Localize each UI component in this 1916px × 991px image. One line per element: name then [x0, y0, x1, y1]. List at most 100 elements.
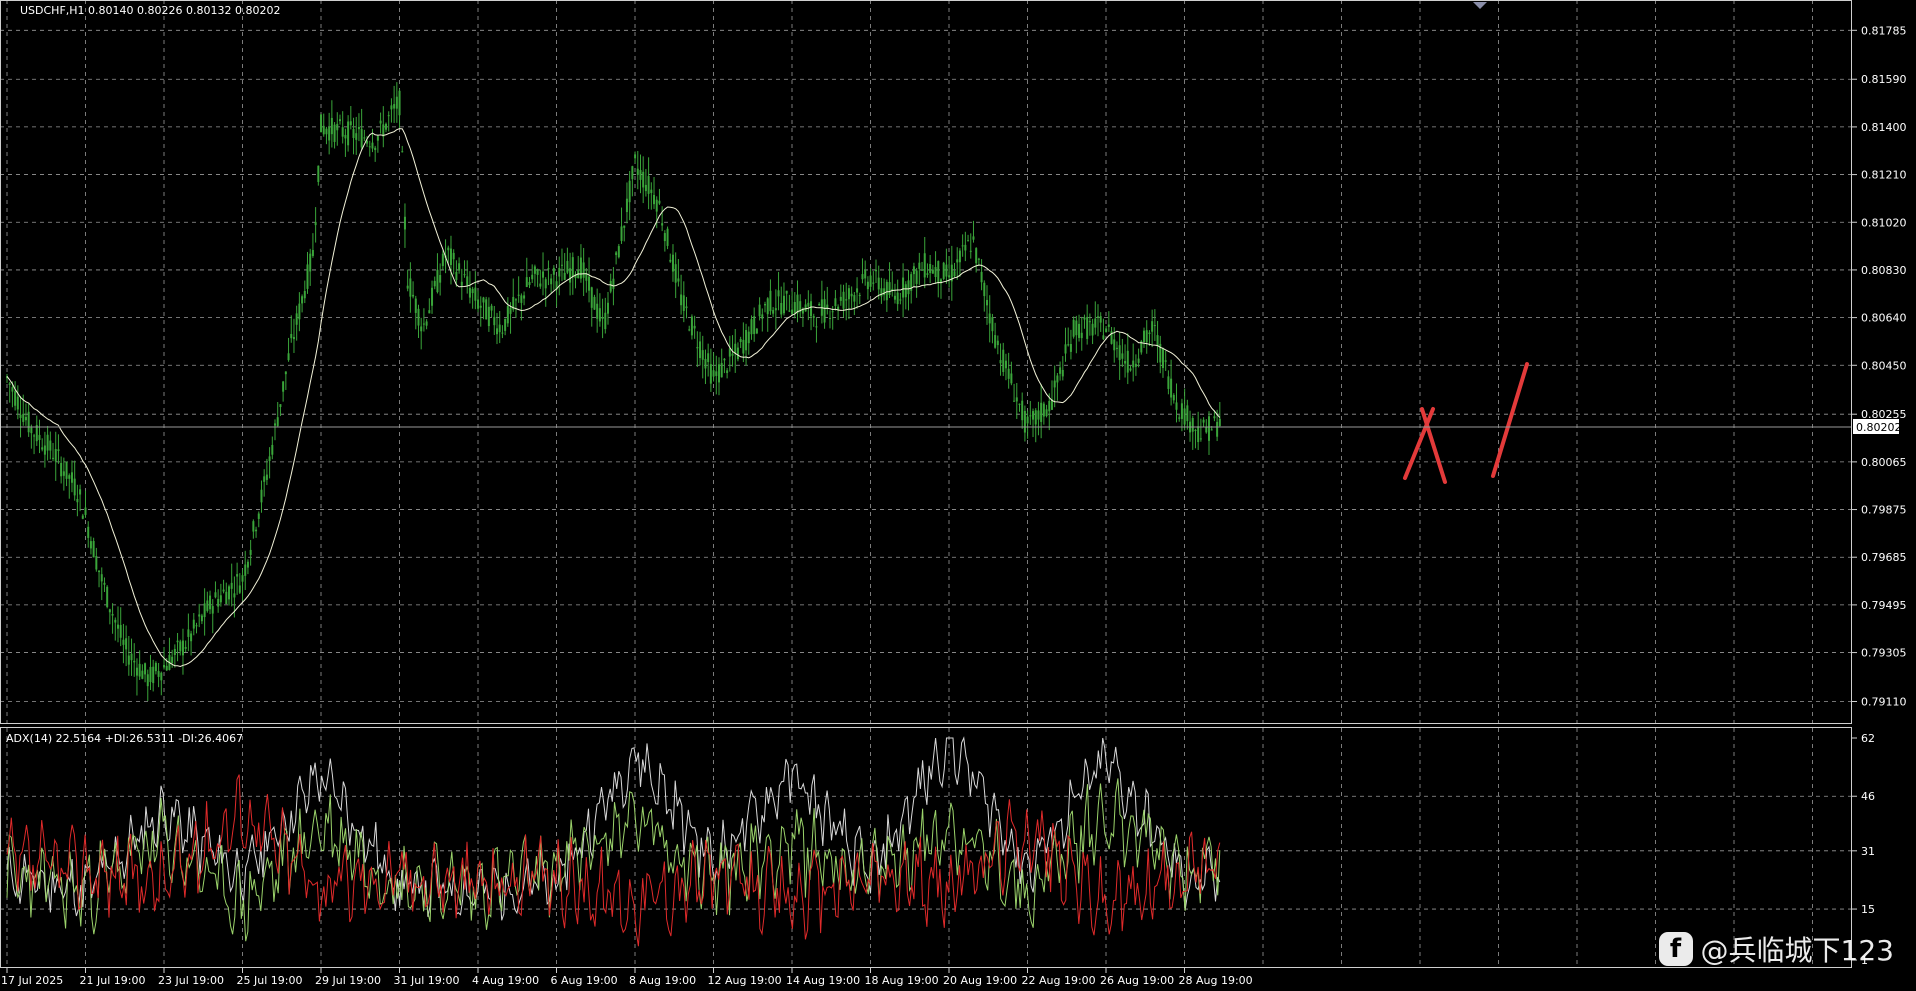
candle-body: [1029, 415, 1032, 417]
candle-body: [114, 619, 117, 623]
candle-body: [858, 295, 861, 297]
candle-body: [625, 198, 628, 213]
candle-body: [699, 341, 702, 359]
trading-chart-window[interactable]: USDCHF,H1 0.80140 0.80226 0.80132 0.8020…: [0, 0, 1916, 987]
candle-body: [915, 270, 918, 284]
candle-body: [1107, 324, 1110, 327]
candle-body: [520, 295, 523, 303]
candle-body: [785, 290, 788, 294]
candle-body: [780, 302, 783, 315]
candle-body: [864, 269, 867, 279]
candle-body: [1083, 317, 1086, 320]
candle-body: [804, 304, 807, 312]
candle-body: [330, 117, 333, 135]
candle-body: [682, 295, 685, 311]
candle-body: [1210, 429, 1213, 431]
candle-body: [514, 299, 517, 301]
candle-body: [747, 331, 750, 344]
candle-body: [639, 170, 642, 180]
candle-body: [620, 226, 623, 241]
candle-body: [685, 306, 688, 309]
candle-body: [238, 585, 241, 593]
chart-canvas[interactable]: USDCHF,H1 0.80140 0.80226 0.80132 0.8020…: [0, 0, 1916, 987]
price-tick-label: 0.81590: [1861, 73, 1907, 86]
price-tick-label: 0.80830: [1861, 264, 1907, 277]
candle-body: [122, 639, 125, 645]
candle-body: [1132, 360, 1135, 368]
candle-body: [550, 278, 553, 285]
indicator-info-label: ADX(14) 22.5164 +DI:26.5311 -DI:26.4067: [6, 732, 243, 745]
candle-body: [493, 316, 496, 326]
candle-body: [956, 259, 959, 263]
candle-body: [341, 127, 344, 137]
candle-body: [176, 640, 179, 643]
candle-body: [1167, 376, 1170, 389]
candle-body: [677, 278, 680, 282]
candle-body: [807, 302, 810, 307]
candle-body: [542, 271, 545, 278]
candle-body: [227, 586, 230, 600]
candle-body: [303, 290, 306, 299]
candle-body: [379, 120, 382, 124]
candle-body: [187, 629, 190, 637]
candle-body: [125, 638, 128, 650]
price-tick-label: 0.81210: [1861, 169, 1907, 182]
candle-body: [745, 330, 748, 351]
candle-body: [566, 260, 569, 273]
candle-body: [717, 364, 720, 383]
candle-body: [975, 248, 978, 264]
candle-body: [845, 299, 848, 301]
candle-body: [479, 305, 482, 308]
candle-body: [880, 288, 883, 297]
candle-body: [680, 294, 683, 306]
price-tick-label: 0.79305: [1861, 647, 1907, 660]
candle-body: [1032, 411, 1035, 420]
candle-body: [98, 570, 101, 573]
candle-body: [412, 294, 415, 297]
candle-body: [333, 124, 336, 142]
candle-body: [720, 362, 723, 378]
candle-body: [1183, 408, 1186, 425]
candle-body: [385, 123, 388, 130]
candle-body: [257, 513, 260, 519]
candle-body: [823, 299, 826, 323]
candle-body: [1153, 325, 1156, 327]
candle-body: [1013, 400, 1016, 402]
candle-body: [834, 298, 837, 307]
candle-body: [856, 288, 859, 293]
candle-body: [766, 298, 769, 315]
candle-body: [1197, 426, 1200, 443]
candle-body: [831, 311, 834, 313]
candle-body: [885, 281, 888, 301]
candle-body: [249, 549, 252, 555]
candle-body: [420, 326, 423, 332]
candle-body: [696, 347, 699, 349]
candle-body: [325, 128, 328, 135]
candle-body: [246, 561, 249, 568]
candle-body: [1148, 332, 1151, 335]
candle-body: [1143, 330, 1146, 343]
candle-body: [847, 288, 850, 300]
candle-body: [793, 302, 796, 313]
candle-body: [810, 301, 813, 317]
candle-body: [1080, 332, 1083, 339]
candle-body: [1069, 344, 1072, 352]
candle-body: [184, 646, 187, 649]
candle-body: [701, 350, 704, 360]
time-tick-label: 8 Aug 19:00: [629, 974, 696, 987]
candle-body: [295, 313, 298, 325]
candle-body: [363, 137, 366, 139]
candle-body: [1191, 418, 1194, 432]
candle-body: [728, 348, 731, 357]
candle-body: [16, 396, 19, 410]
candle-body: [279, 404, 282, 408]
candle-body: [27, 411, 30, 433]
time-tick-label: 23 Jul 19:00: [158, 974, 224, 987]
candle-body: [89, 541, 92, 549]
candle-body: [726, 370, 729, 373]
candle-body: [923, 253, 926, 278]
watermark-text: @兵临城下123: [1700, 934, 1894, 967]
candle-body: [647, 176, 650, 194]
candle-body: [563, 272, 566, 280]
candle-body: [693, 325, 696, 329]
